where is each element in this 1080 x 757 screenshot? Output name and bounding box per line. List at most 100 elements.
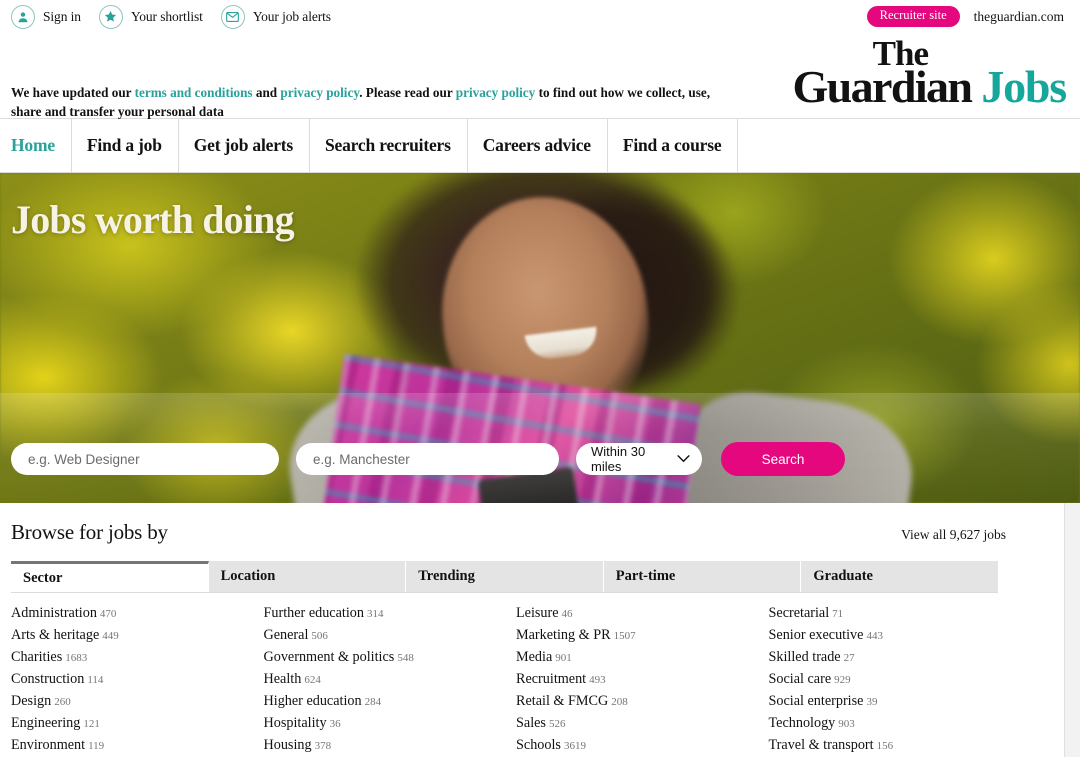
category-link[interactable]: Travel & transport 156 [769,735,1016,757]
privacy-notice: We have updated our terms and conditions… [11,46,741,121]
category-link[interactable]: Engineering 121 [11,713,258,735]
category-link[interactable]: Retail & FMCG 208 [516,691,763,713]
browse-tabs: Sector Location Trending Part-time Gradu… [11,561,998,593]
privacy-policy-link-1[interactable]: privacy policy [280,85,359,100]
category-link[interactable]: Sales 526 [516,713,763,735]
category-link[interactable]: Social care 929 [769,669,1016,691]
vertical-scrollbar[interactable] [1064,503,1080,757]
location-search-input[interactable] [296,443,559,475]
category-count: 443 [866,630,883,642]
category-link[interactable]: Design 260 [11,691,258,713]
category-name: General [263,627,309,643]
category-count: 208 [611,696,628,708]
category-name: Construction [11,671,85,687]
category-link[interactable]: Social enterprise 39 [769,691,1016,713]
nav-item-search-recruiters[interactable]: Search recruiters [310,119,468,172]
category-name: Leisure [516,605,559,621]
notice-text-3: . Please read our [359,85,456,100]
theguardian-com-link[interactable]: theguardian.com [974,9,1064,25]
category-count: 929 [834,674,851,686]
sign-in-link[interactable]: Sign in [11,4,81,29]
main-navigation: Home Find a job Get job alerts Search re… [0,119,1080,173]
category-link[interactable]: Administration 470 [11,603,258,625]
nav-item-find-a-course[interactable]: Find a course [608,119,739,172]
category-name: Recruitment [516,671,587,687]
category-link[interactable]: Recruitment 493 [516,669,763,691]
category-name: Engineering [11,715,81,731]
category-count: 260 [54,696,71,708]
category-link[interactable]: General 506 [264,625,511,647]
guardian-jobs-logo[interactable]: The Guardian Jobs [792,36,1067,110]
category-link[interactable]: Arts & heritage 449 [11,625,258,647]
distance-select[interactable]: Within 30 miles [576,443,702,475]
your-job-alerts-link[interactable]: Your job alerts [220,4,331,29]
category-count: 114 [87,674,104,686]
category-name: Schools [516,737,561,753]
category-link[interactable]: Further education 314 [264,603,511,625]
tab-sector[interactable]: Sector [11,561,209,592]
category-link[interactable]: Technology 903 [769,713,1016,735]
category-link[interactable]: Health 624 [264,669,511,691]
category-count: 314 [366,608,384,620]
category-count: 71 [832,608,844,620]
nav-item-home[interactable]: Home [11,119,72,172]
utility-links: Sign in Your shortlist Your job alerts [11,4,349,29]
category-count: 378 [314,740,332,752]
logo-main-text: Guardian Jobs [792,64,1067,110]
category-link[interactable]: Construction 114 [11,669,258,691]
recruiter-site-button[interactable]: Recruiter site [866,6,960,27]
category-link[interactable]: Hospitality 36 [264,713,511,735]
category-link[interactable]: Government & politics 548 [264,647,511,669]
category-name: Health [263,671,302,687]
privacy-policy-link-2[interactable]: privacy policy [456,85,536,100]
category-link[interactable]: Higher education 284 [264,691,511,713]
category-name: Hospitality [263,715,327,731]
category-name: Environment [11,737,86,753]
category-link[interactable]: Environment 119 [11,735,258,757]
keyword-search-input[interactable] [11,443,279,475]
category-count: 39 [866,696,878,708]
notice-logo-band: We have updated our terms and conditions… [0,33,1080,119]
category-link[interactable]: Senior executive 443 [769,625,1016,647]
your-shortlist-label: Your shortlist [130,8,203,24]
category-column: Leisure 46 Marketing & PR 1507 Media 901 Recru… [516,603,769,757]
hero-banner: Jobs worth doing Within 30 miles Search [0,173,1080,503]
category-name: Further education [263,605,364,621]
category-link[interactable]: Marketing & PR 1507 [516,625,763,647]
category-count: 548 [397,652,414,664]
category-name: Secretarial [768,605,830,621]
view-all-jobs-link[interactable]: View all 9,627 jobs [901,527,1006,543]
nav-item-get-job-alerts[interactable]: Get job alerts [179,119,311,172]
your-shortlist-link[interactable]: Your shortlist [98,4,203,29]
category-link[interactable]: Media 901 [516,647,763,669]
category-name: Social care [768,671,832,687]
category-name: Travel & transport [768,737,874,753]
category-name: Senior executive [768,627,864,643]
terms-and-conditions-link[interactable]: terms and conditions [135,85,253,100]
category-name: Arts & heritage [11,627,100,643]
browse-title: Browse for jobs by [11,520,168,544]
category-link[interactable]: Housing 378 [264,735,511,757]
notice-text-1: We have updated our [11,85,135,100]
tab-part-time[interactable]: Part-time [603,561,802,592]
category-link[interactable]: Charities 1683 [11,647,258,669]
category-name: Marketing & PR [516,627,611,643]
category-column: Administration 470 Arts & heritage 449 Chari… [11,603,264,757]
category-link[interactable]: Skilled trade 27 [769,647,1016,669]
category-count: 46 [561,608,573,620]
nav-item-careers-advice[interactable]: Careers advice [468,119,608,172]
category-link[interactable]: Schools 3619 [516,735,763,757]
user-icon [11,4,35,29]
distance-select-value: Within 30 miles [591,444,646,474]
tab-trending[interactable]: Trending [406,561,604,592]
tab-graduate[interactable]: Graduate [801,561,998,592]
category-column: Further education 314 General 506 Government… [264,603,517,757]
tab-location[interactable]: Location [208,561,407,592]
nav-item-find-a-job[interactable]: Find a job [72,119,179,172]
category-link[interactable]: Secretarial 71 [769,603,1016,625]
category-name: Housing [263,737,312,753]
search-button[interactable]: Search [721,442,845,476]
category-count: 121 [83,718,100,730]
category-link[interactable]: Leisure 46 [516,603,763,625]
